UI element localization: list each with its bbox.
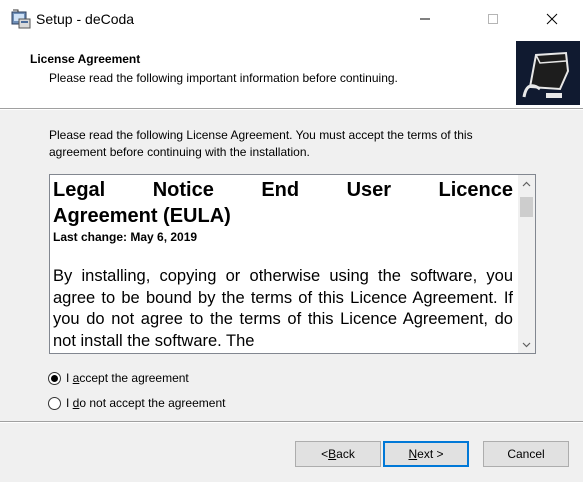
eula-body-text: By installing, copying or otherwise usin… bbox=[53, 267, 513, 350]
accept-radio[interactable] bbox=[48, 371, 61, 385]
close-button[interactable] bbox=[529, 0, 575, 38]
chevron-up-icon bbox=[522, 181, 531, 186]
license-content: Legal Notice End User Licence Agreement … bbox=[53, 177, 513, 352]
page-subtitle: Please read the following important info… bbox=[49, 71, 398, 85]
accept-agreement-option[interactable]: I accept the agreement bbox=[48, 369, 189, 387]
eula-heading: Legal Notice End User Licence Agreement … bbox=[53, 177, 513, 229]
cancel-button[interactable]: Cancel bbox=[483, 441, 569, 467]
chevron-down-icon bbox=[522, 342, 531, 347]
decline-radio[interactable] bbox=[48, 396, 61, 410]
page-title: License Agreement bbox=[30, 52, 141, 66]
intro-text: Please read the following License Agreem… bbox=[49, 128, 473, 159]
minimize-icon bbox=[420, 18, 430, 20]
maximize-button bbox=[470, 0, 516, 38]
accept-label[interactable]: I accept the agreement bbox=[66, 371, 189, 385]
decline-agreement-option[interactable]: I do not accept the agreement bbox=[48, 394, 225, 412]
decline-label[interactable]: I do not accept the agreement bbox=[66, 396, 225, 410]
close-icon bbox=[546, 13, 558, 25]
license-scrollbar[interactable] bbox=[518, 175, 535, 353]
eula-last-change: Last change: May 6, 2019 bbox=[53, 230, 198, 244]
eula-heading-line1: Legal Notice End User Licence bbox=[53, 179, 513, 201]
scroll-down-button[interactable] bbox=[518, 336, 535, 353]
minimize-button[interactable] bbox=[402, 0, 448, 38]
window-title: Setup - deCoda bbox=[36, 11, 135, 27]
maximize-icon bbox=[488, 14, 498, 24]
next-button[interactable]: Next > bbox=[383, 441, 469, 467]
setup-app-icon bbox=[11, 9, 31, 29]
setup-logo-icon bbox=[516, 41, 580, 105]
scroll-thumb[interactable] bbox=[520, 197, 533, 217]
back-button[interactable]: < Back bbox=[295, 441, 381, 467]
scroll-up-button[interactable] bbox=[518, 175, 535, 192]
eula-heading-line2: Agreement (EULA) bbox=[53, 205, 231, 227]
wizard-header: License Agreement Please read the follow… bbox=[0, 38, 583, 108]
license-text-box[interactable]: Legal Notice End User Licence Agreement … bbox=[49, 174, 536, 354]
title-bar: Setup - deCoda bbox=[0, 0, 583, 38]
